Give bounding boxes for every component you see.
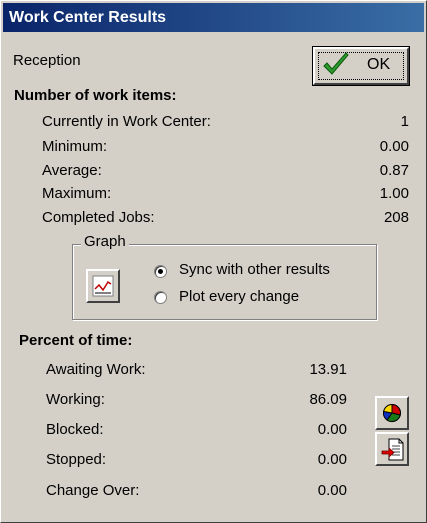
sync-radio[interactable] <box>154 265 167 278</box>
row-label-change-over: Change Over: <box>46 482 140 499</box>
line-chart-icon <box>92 275 114 301</box>
checkmark-icon <box>321 51 351 83</box>
row-label-maximum: Maximum: <box>42 185 112 202</box>
row-value-awaiting-work: 13.91 <box>309 361 347 378</box>
pie-chart-button[interactable] <box>375 396 409 430</box>
row-label-blocked: Blocked: <box>46 421 104 438</box>
pie-chart-icon <box>382 403 402 427</box>
row-value-completed-jobs: 208 <box>383 209 409 226</box>
row-value-blocked: 0.00 <box>317 421 347 438</box>
row-value-maximum: 1.00 <box>379 185 409 202</box>
row-label-completed-jobs: Completed Jobs: <box>42 209 155 226</box>
row-label-stopped: Stopped: <box>46 451 107 468</box>
graph-button[interactable] <box>86 269 120 303</box>
export-document-icon <box>381 437 405 467</box>
row-label-awaiting-work: Awaiting Work: <box>46 361 146 378</box>
title-bar: Work Center Results <box>3 3 424 32</box>
ok-button[interactable]: OK <box>312 46 410 86</box>
row-label-minimum: Minimum: <box>42 138 108 155</box>
work-items-heading: Number of work items: <box>14 87 177 104</box>
work-center-results-window: Work Center Results Reception OK Number … <box>0 0 427 523</box>
percent-time-heading: Percent of time: <box>19 332 133 349</box>
row-value-stopped: 0.00 <box>317 451 347 468</box>
row-value-change-over: 0.00 <box>317 482 347 499</box>
plot-every-change-radio[interactable] <box>154 291 167 304</box>
row-label-average: Average: <box>42 162 102 179</box>
sync-radio-label[interactable]: Sync with other results <box>179 261 330 278</box>
row-value-average: 0.87 <box>379 162 409 179</box>
ok-button-label: OK <box>367 56 391 73</box>
row-value-minimum: 0.00 <box>379 138 409 155</box>
row-label-currently: Currently in Work Center: <box>42 113 211 130</box>
work-center-name: Reception <box>13 52 81 69</box>
graph-group-legend: Graph <box>81 233 129 250</box>
plot-every-change-label[interactable]: Plot every change <box>179 288 299 305</box>
row-label-working: Working: <box>46 391 105 408</box>
row-value-currently: 1 <box>400 113 409 130</box>
export-document-button[interactable] <box>375 432 409 466</box>
row-value-working: 86.09 <box>309 391 347 408</box>
